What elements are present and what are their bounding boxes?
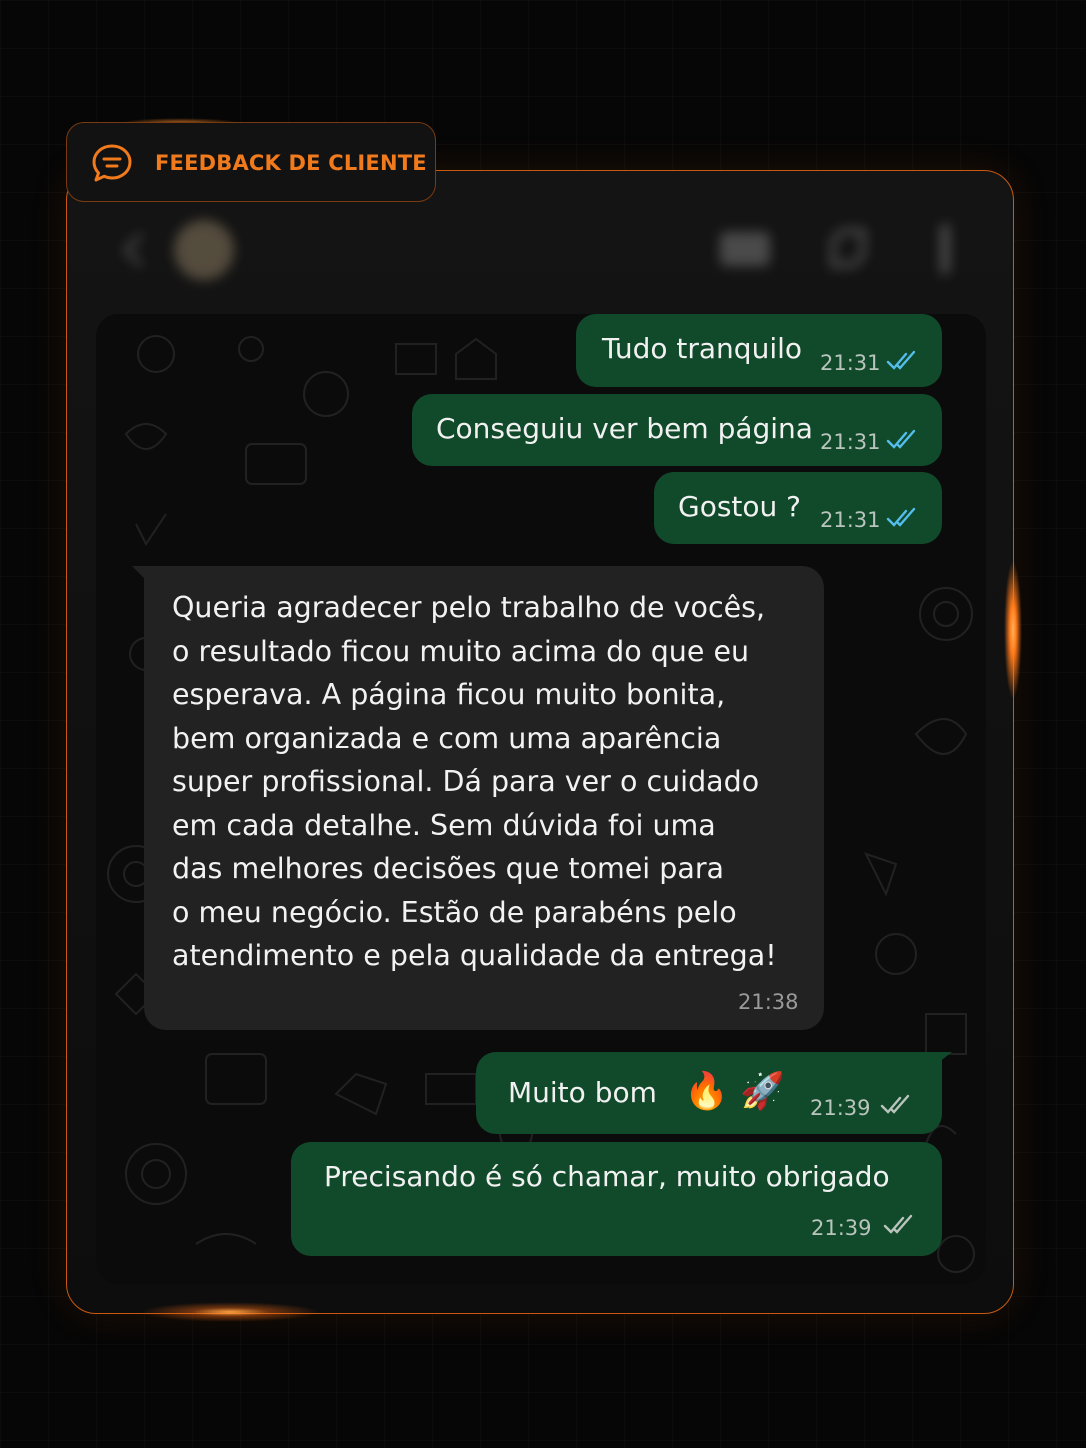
read-ticks-icon [886,507,916,527]
message-text: Muito bom [508,1076,657,1109]
chat-header [100,210,980,300]
badge-label: FEEDBACK DE CLIENTE [155,151,427,175]
message-time: 21:31 [820,430,881,454]
message-bubble-outgoing[interactable]: Precisando é só chamar, muito obrigado 2… [291,1142,942,1256]
read-ticks-icon [886,350,916,370]
message-text: Precisando é só chamar, muito obrigado [324,1160,890,1193]
contact-avatar[interactable] [174,220,234,280]
chat-bubble-icon [92,144,132,182]
message-text: Conseguiu ver bem página [436,412,813,445]
back-arrow-icon[interactable] [123,233,157,267]
message-bubble-outgoing[interactable]: Conseguiu ver bem página 21:31 [412,394,942,466]
message-emoji: 🔥 🚀 [684,1071,786,1112]
message-time: 21:39 [811,1216,872,1240]
message-text: Gostou ? [678,490,802,523]
message-time: 21:38 [738,990,799,1014]
message-bubble-outgoing[interactable]: Tudo tranquilo 21:31 [576,314,942,387]
message-bubble-outgoing[interactable]: Gostou ? 21:31 [654,472,942,544]
menu-icon[interactable] [940,224,950,274]
delivered-ticks-icon [883,1214,913,1234]
message-text: Tudo tranquilo [602,332,803,365]
delivered-ticks-icon [880,1094,910,1114]
message-text: Queria agradecer pelo trabalho de vocês,… [172,591,777,972]
message-time: 21:39 [810,1096,871,1120]
frame-glow-right [1004,560,1022,700]
feedback-badge: FEEDBACK DE CLIENTE [66,122,436,202]
frame-glow-bottom [140,1302,320,1322]
read-ticks-icon [886,429,916,449]
message-time: 21:31 [820,508,881,532]
video-icon[interactable] [720,232,770,266]
phone-icon[interactable] [830,228,866,268]
message-bubble-incoming[interactable]: Queria agradecer pelo trabalho de vocês,… [144,566,824,1030]
message-bubble-outgoing[interactable]: Muito bom 🔥 🚀 21:39 [476,1052,942,1134]
message-time: 21:31 [820,351,881,375]
